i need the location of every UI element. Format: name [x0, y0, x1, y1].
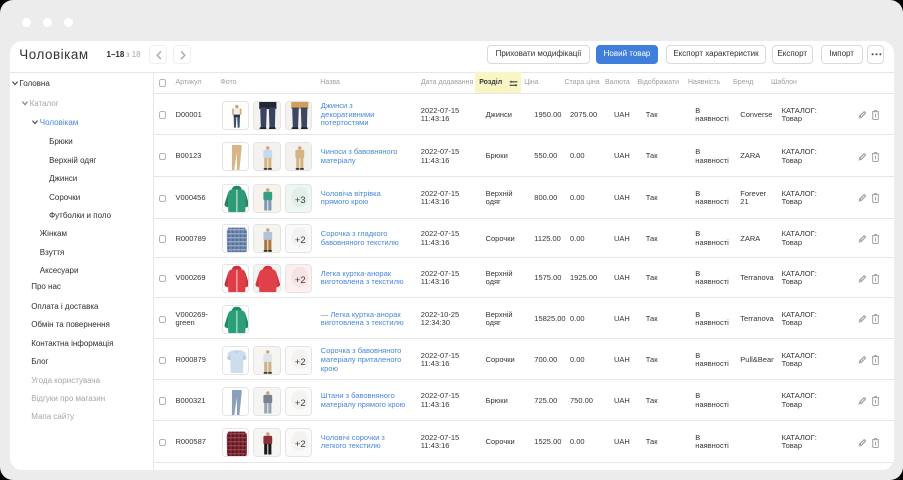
- svg-text:+2: +2: [294, 438, 305, 449]
- svg-text:+2: +2: [294, 356, 305, 367]
- svg-text:+3: +3: [294, 194, 305, 205]
- svg-text:+2: +2: [294, 396, 305, 407]
- svg-text:+2: +2: [294, 234, 305, 245]
- svg-text:+2: +2: [294, 274, 305, 285]
